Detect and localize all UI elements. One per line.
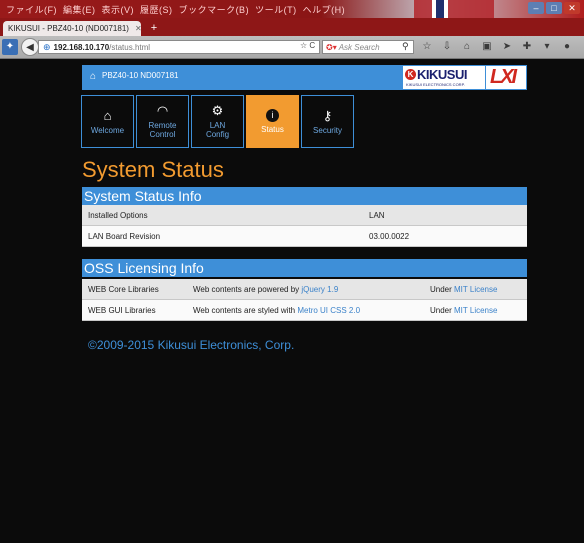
row-label: LAN Board Revision [88,232,161,241]
tile-remote-control[interactable]: ◠ Remote Control [136,95,189,148]
kikusui-logo: K KIKUSUI KIKUSUI ELECTRONICS CORP. [403,66,485,89]
home-icon[interactable]: ⌂ [460,40,474,54]
table-row: Installed Options LAN [82,205,527,226]
device-title: PBZ40-10 ND007181 [102,71,179,80]
tile-security[interactable]: ⚷ Security [301,95,354,148]
library-desc: Web contents are powered by jQuery 1.9 [193,279,338,300]
downloads-icon[interactable]: ⇩ [440,40,454,54]
table-row: LAN Board Revision 03.00.0022 [82,226,527,247]
library-license: Under MIT License [430,300,497,321]
tile-lan-label-1: LAN [209,121,226,130]
oss-licensing-heading: OSS Licensing Info [82,259,527,277]
send-icon[interactable]: ➤ [500,40,514,54]
addon-icon[interactable]: ✚ [520,40,534,54]
jquery-link[interactable]: jQuery 1.9 [301,285,338,294]
tile-welcome-label: Welcome [90,125,125,135]
back-icon[interactable]: ◀ [21,38,39,56]
tab-close-icon[interactable]: ✕ [135,24,142,33]
row-value: 03.00.0022 [369,232,410,241]
brand-sub: KIKUSUI ELECTRONICS CORP. [406,82,465,87]
url-host: 192.168.10.170 [53,42,110,52]
maximize-icon[interactable]: □ [546,2,562,14]
tile-status-label: Status [261,125,284,134]
tile-remote-label-1: Remote [148,121,177,130]
under-text: Under [430,306,455,315]
close-icon[interactable]: ✕ [564,2,580,14]
row-value: LAN [369,211,385,220]
tile-lan-label-2: Config [205,130,230,139]
lxi-text: LXI [490,66,517,88]
info-icon: i [266,109,279,122]
library-name: WEB Core Libraries [88,285,159,294]
browser-tab[interactable]: KIKUSUI - PBZ40-10 (ND007181) ✕ [3,21,142,36]
search-input[interactable]: ✪▾ Ask Search [322,40,414,54]
desc-text: Web contents are powered by [193,285,302,294]
menu-items[interactable]: ファイル(F) 編集(E) 表示(V) 履歴(S) ブックマーク(B) ツール(… [6,3,345,16]
menu-bookmarks[interactable]: ブックマーク(B) [179,5,250,15]
search-placeholder: Ask Search [338,42,380,52]
app-menu-icon[interactable]: ✦ [2,39,18,55]
menu-tools[interactable]: ツール(T) [255,5,297,15]
home-icon[interactable]: ⌂ [90,71,96,82]
profile-icon[interactable]: ● [560,40,574,54]
menu-edit[interactable]: 編集(E) [63,5,96,15]
menu-file[interactable]: ファイル(F) [6,5,57,15]
window-controls: – □ ✕ [528,2,580,14]
tile-status[interactable]: i Status [246,95,299,148]
table-row: WEB Core Libraries Web contents are powe… [82,279,527,300]
key-icon: ⚷ [322,107,333,123]
brand-name: KIKUSUI [417,67,467,82]
library-name: WEB GUI Libraries [88,306,156,315]
url-actions: ☆ C [300,41,315,50]
metro-ui-link[interactable]: Metro UI CSS 2.0 [297,306,360,315]
home-icon: ⌂ [103,107,112,123]
lxi-logo: LXI [486,66,526,89]
library-license: Under MIT License [430,279,497,300]
menu-view[interactable]: 表示(V) [102,5,135,15]
under-text: Under [430,285,455,294]
nav-tiles: ⌂ Welcome ◠ Remote Control ⚙ LAN Config … [81,95,354,148]
tile-security-label: Security [313,125,342,135]
gauge-icon: ◠ [156,103,169,118]
globe-icon: ⊕ [43,41,51,52]
url-path: /status.html [109,42,151,52]
system-status-heading: System Status Info [82,187,527,205]
desc-text: Web contents are styled with [193,306,298,315]
ask-icon: ✪▾ [326,42,337,52]
reload-icon[interactable]: C [309,41,315,50]
url-bar[interactable]: ⊕ 192.168.10.170/status.html [38,40,320,54]
page-title: System Status [82,157,224,182]
pocket-icon[interactable]: ▣ [480,40,494,54]
table-row: WEB GUI Libraries Web contents are style… [82,300,527,321]
tile-remote-label-2: Control [149,130,176,139]
toolbar-icons: ☆ ⇩ ⌂ ▣ ➤ ✚ ▾ ● ≡ [420,40,584,54]
kikusui-mark-icon: K [405,69,416,80]
copyright-text: ©2009-2015 Kikusui Electronics, Corp. [88,338,295,352]
minimize-icon[interactable]: – [528,2,544,14]
tile-lan-config[interactable]: ⚙ LAN Config [191,95,244,148]
mit-license-link[interactable]: MIT License [454,306,497,315]
tab-title: KIKUSUI - PBZ40-10 (ND007181) [8,24,129,33]
hamburger-menu-icon[interactable]: ≡ [580,40,584,54]
tile-welcome[interactable]: ⌂ Welcome [81,95,134,148]
menu-help[interactable]: ヘルプ(H) [303,5,346,15]
star-bookmark-icon[interactable]: ☆ [300,41,307,50]
gear-icon: ⚙ [211,103,224,118]
bookmark-star-icon[interactable]: ☆ [420,40,434,54]
mit-license-link[interactable]: MIT License [454,285,497,294]
new-tab-icon[interactable]: + [146,22,162,34]
oss-licensing-table: WEB Core Libraries Web contents are powe… [82,279,527,321]
row-label: Installed Options [88,211,148,220]
system-status-table: Installed Options LAN LAN Board Revision… [82,205,527,247]
browser-menubar: ファイル(F) 編集(E) 表示(V) 履歴(S) ブックマーク(B) ツール(… [0,0,584,18]
dropdown-icon[interactable]: ▾ [540,40,554,54]
search-icon[interactable]: ⚲ [402,41,409,52]
browser-tabbar: KIKUSUI - PBZ40-10 (ND007181) ✕ + [0,18,584,36]
library-desc: Web contents are styled with Metro UI CS… [193,300,360,321]
menu-history[interactable]: 履歴(S) [140,5,173,15]
